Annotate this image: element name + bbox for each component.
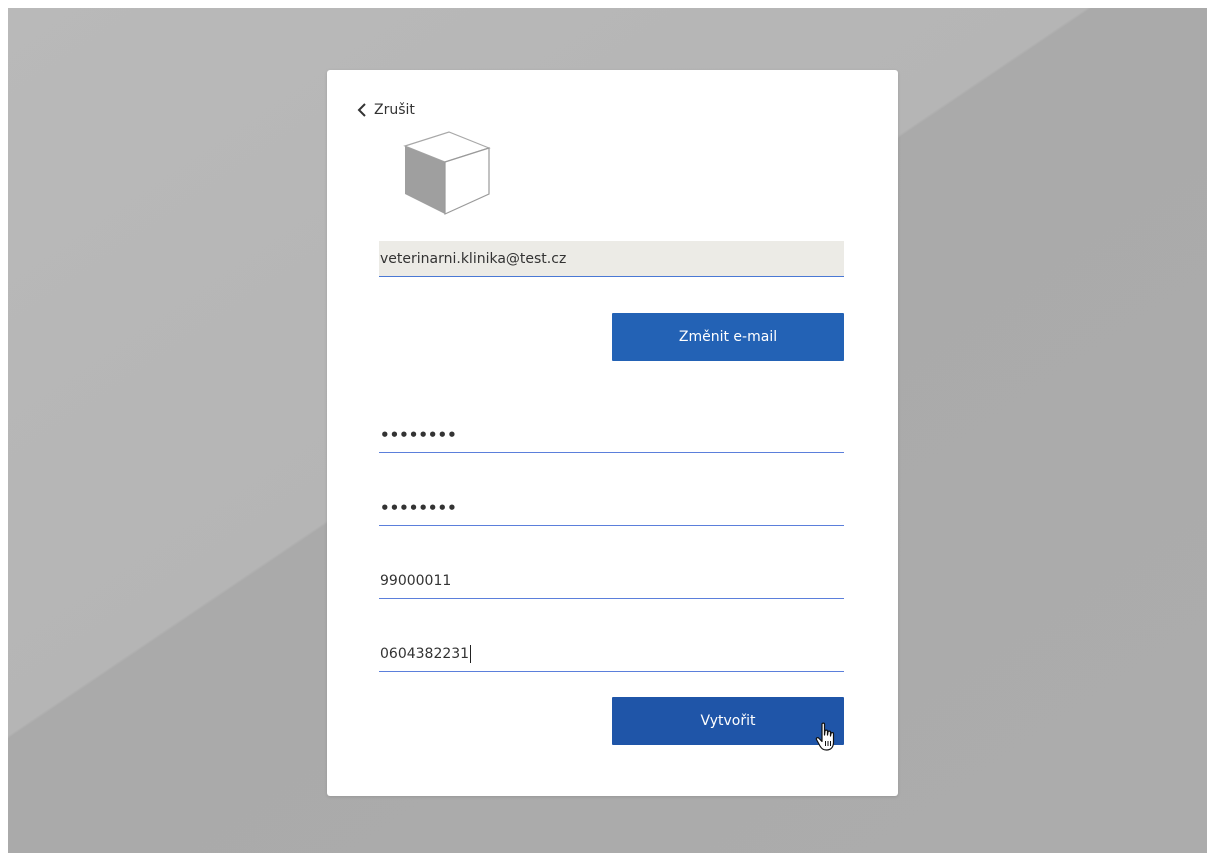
id-number-value: 99000011 — [380, 572, 452, 589]
email-value: veterinarni.klinika@test.cz — [380, 250, 567, 267]
cancel-link[interactable]: Zrušit — [355, 100, 415, 120]
cancel-label: Zrušit — [374, 102, 415, 118]
hand-pointer-icon — [815, 722, 835, 751]
phone-value: 0604382231 — [380, 645, 470, 662]
id-number-field[interactable]: 99000011 — [379, 563, 844, 599]
confirm-password-value: •••••••• — [380, 498, 457, 517]
create-button[interactable]: Vytvořit — [612, 697, 844, 745]
text-caret — [470, 644, 472, 663]
change-email-button[interactable]: Změnit e-mail — [612, 313, 844, 361]
cube-logo-icon — [403, 131, 491, 215]
chevron-left-icon — [357, 103, 366, 117]
password-value: •••••••• — [380, 425, 457, 444]
password-field[interactable]: •••••••• — [379, 417, 844, 453]
confirm-password-field[interactable]: •••••••• — [379, 490, 844, 526]
dialog-card: Zrušit veterinarni.klinika@test.cz Změni… — [327, 70, 898, 796]
email-field[interactable]: veterinarni.klinika@test.cz — [379, 241, 844, 277]
phone-field[interactable]: 0604382231 — [379, 636, 844, 672]
